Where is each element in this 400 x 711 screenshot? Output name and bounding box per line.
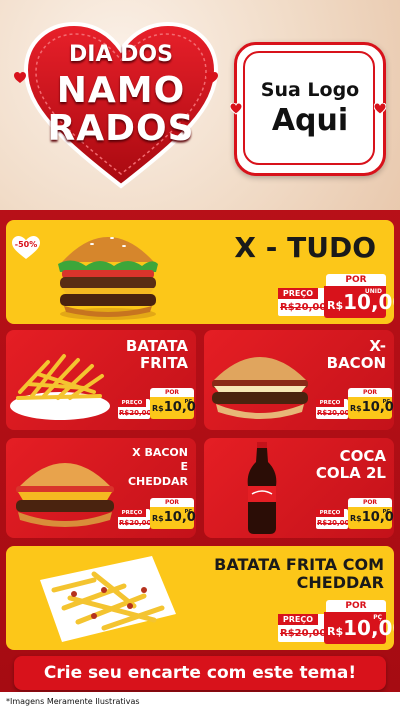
header: DIA DOS NAMO RADOS Sua Logo Aqui	[0, 0, 400, 210]
product-name-line: CHEDDAR	[296, 573, 384, 593]
price-tag: POR PREÇO R$20,00 R$10,00 PÇ	[118, 388, 196, 422]
preco-label: PREÇO	[316, 509, 344, 517]
preco-label: PREÇO	[118, 509, 146, 517]
currency-label: R$	[327, 299, 344, 312]
product-name-line: X BACON	[132, 446, 188, 459]
price-tag: POR PREÇO R$20,00 R$10,00 PÇ	[278, 600, 394, 646]
soda-bottle-image	[247, 442, 277, 534]
por-label: POR	[150, 388, 194, 397]
price-tag: POR PREÇO R$20,00 R$10,00 UNID	[278, 274, 394, 320]
old-price: R$20,00	[317, 519, 350, 527]
old-price: R$20,00	[119, 519, 152, 527]
burger-image	[58, 237, 158, 320]
old-price: R$20,00	[280, 628, 327, 639]
flyer-page: DIA DOS NAMO RADOS Sua Logo Aqui X - TUD…	[0, 0, 400, 711]
product-name-line: FRITA	[139, 354, 188, 373]
old-price-box: PREÇO R$20,00	[278, 614, 326, 642]
product-name-line: BATATA	[125, 337, 188, 355]
logo-text-line-2: Aqui	[271, 103, 349, 138]
currency-label: R$	[327, 625, 344, 638]
product-card-x-bacon: X-BACON POR PREÇO R$20,00 R$10,00 PÇ	[204, 330, 394, 430]
old-price: R$20,00	[119, 409, 152, 417]
por-label: POR	[348, 388, 392, 397]
product-name-line: BACON	[326, 354, 386, 373]
product-name: BATATA FRITA COM CHEDDAR	[214, 555, 384, 593]
small-heart-icon	[230, 103, 242, 115]
small-heart-icon	[206, 72, 218, 83]
currency-label: R$	[152, 404, 164, 413]
currency-label: R$	[350, 514, 362, 523]
por-label: POR	[150, 498, 194, 507]
product-name-line: COCA	[339, 447, 386, 465]
old-price-box: PREÇO R$20,00	[118, 399, 152, 419]
unit-label: PÇ	[382, 399, 390, 405]
old-price-box: PREÇO R$20,00	[316, 399, 350, 419]
unit-label: UNID	[364, 288, 382, 295]
burger-image	[212, 357, 308, 419]
discount-badge: -50%	[14, 240, 38, 249]
price-tag: POR PREÇO R$20,00 R$10,00 PÇ	[118, 498, 196, 532]
old-price-box: PREÇO R$20,00	[118, 509, 152, 529]
product-card-x-tudo: X - TUDO POR PREÇO R$20,00 R$10,00 UNID	[6, 220, 394, 324]
small-heart-icon	[14, 72, 26, 83]
price-tag: POR PREÇO R$20,00 R$10,00 PÇ	[316, 498, 394, 532]
fries-image	[10, 354, 110, 420]
logo-placeholder: Sua Logo Aqui	[234, 42, 386, 176]
old-price-box: PREÇO R$20,00	[278, 288, 326, 316]
product-name: X BACON E CHEDDAR	[128, 446, 188, 489]
product-name: X- BACON	[326, 337, 386, 373]
preco-label: PREÇO	[118, 399, 146, 407]
cheddar-fries-image	[40, 556, 176, 642]
unit-label: PÇ	[373, 614, 382, 621]
cta-button[interactable]: Crie seu encarte com este tema!	[14, 656, 386, 690]
unit-label: PÇ	[382, 509, 390, 515]
old-price: R$20,00	[317, 409, 350, 417]
preco-label: PREÇO	[278, 614, 318, 625]
product-name-line: BATATA FRITA COM	[214, 555, 384, 574]
old-price-box: PREÇO R$20,00	[316, 509, 350, 529]
title-line-2: NAMO	[56, 70, 186, 111]
currency-label: R$	[152, 514, 164, 523]
logo-text-line-1: Sua Logo	[260, 79, 360, 101]
currency-label: R$	[350, 404, 362, 413]
por-label: POR	[348, 498, 392, 507]
product-card-batata-frita: BATATAFRITA POR PREÇO R$20,00 R$10,00 PÇ	[6, 330, 196, 430]
preco-label: PREÇO	[278, 288, 318, 299]
title-line-1: DIA DOS	[69, 42, 173, 67]
price-tag: POR PREÇO R$20,00 R$10,00 PÇ	[316, 388, 394, 422]
old-price: R$20,00	[280, 302, 327, 313]
disclaimer-text: *Imagens Meramente Ilustrativas	[0, 692, 400, 711]
unit-label: PÇ	[184, 509, 192, 515]
title-line-3: RADOS	[47, 108, 195, 149]
product-name-line: X-	[369, 337, 386, 355]
preco-label: PREÇO	[316, 399, 344, 407]
product-name-line: COLA 2L	[315, 464, 386, 483]
new-price-value: 10,00	[343, 616, 394, 640]
por-label: POR	[326, 600, 386, 612]
small-heart-icon	[374, 103, 386, 115]
burger-image	[16, 463, 114, 527]
por-label: POR	[326, 274, 386, 286]
product-name: COCA COLA 2L	[315, 447, 386, 483]
product-card-batata-cheddar: BATATA FRITA COM CHEDDAR POR PREÇO R$20,0…	[6, 546, 394, 650]
product-name: BATATA FRITA	[125, 337, 188, 373]
unit-label: PÇ	[184, 399, 192, 405]
product-card-coca-cola: COCACOLA 2L POR PREÇO R$20,00 R$10,00 PÇ	[204, 438, 394, 538]
product-card-x-bacon-cheddar: X BACON E CHEDDAR POR PREÇO R$20,00 R$10,0…	[6, 438, 196, 538]
product-name: X - TUDO	[234, 231, 376, 264]
product-name-line: E	[180, 460, 188, 474]
product-name-line: CHEDDAR	[127, 474, 188, 488]
